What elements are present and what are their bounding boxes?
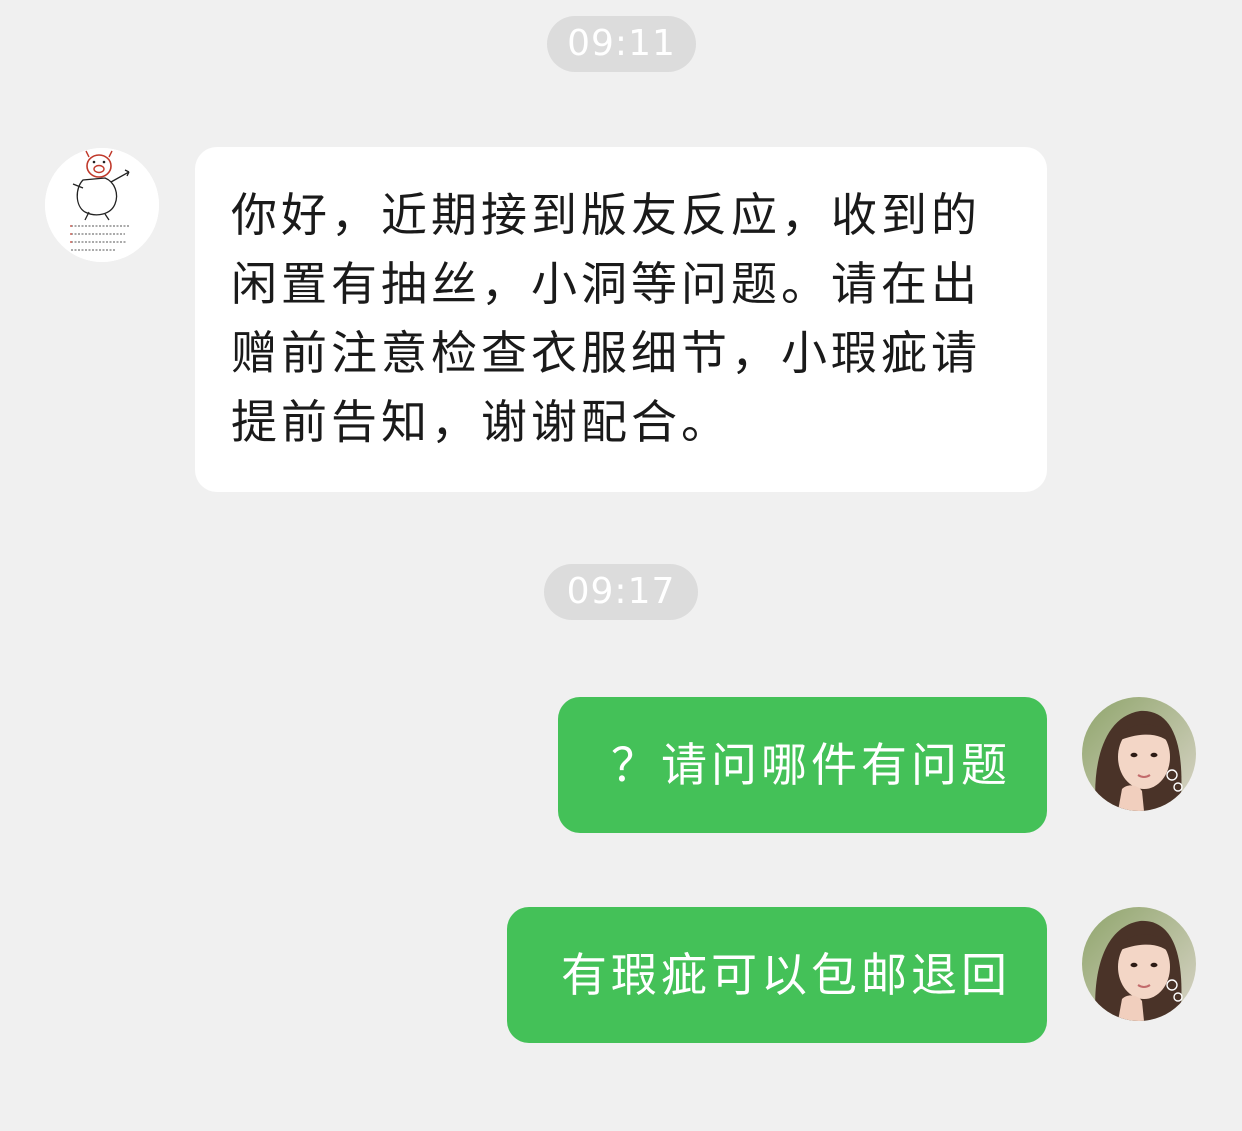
selfie-photo-avatar-icon [1082, 907, 1196, 1021]
cartoon-pig-avatar-icon [45, 148, 159, 262]
self-avatar[interactable] [1082, 697, 1196, 811]
timestamp: 09:11 [547, 16, 696, 72]
selfie-photo-avatar-icon [1082, 697, 1196, 811]
timestamp: 09:17 [544, 564, 698, 620]
contact-avatar[interactable] [45, 148, 159, 262]
message-bubble-outgoing[interactable]: 有瑕疵可以包邮退回 [507, 907, 1047, 1043]
self-avatar[interactable] [1082, 907, 1196, 1021]
message-bubble-incoming[interactable]: 你好，近期接到版友反应，收到的闲置有抽丝，小洞等问题。请在出赠前注意检查衣服细节… [195, 147, 1047, 492]
message-bubble-outgoing[interactable]: ？请问哪件有问题 [558, 697, 1047, 833]
